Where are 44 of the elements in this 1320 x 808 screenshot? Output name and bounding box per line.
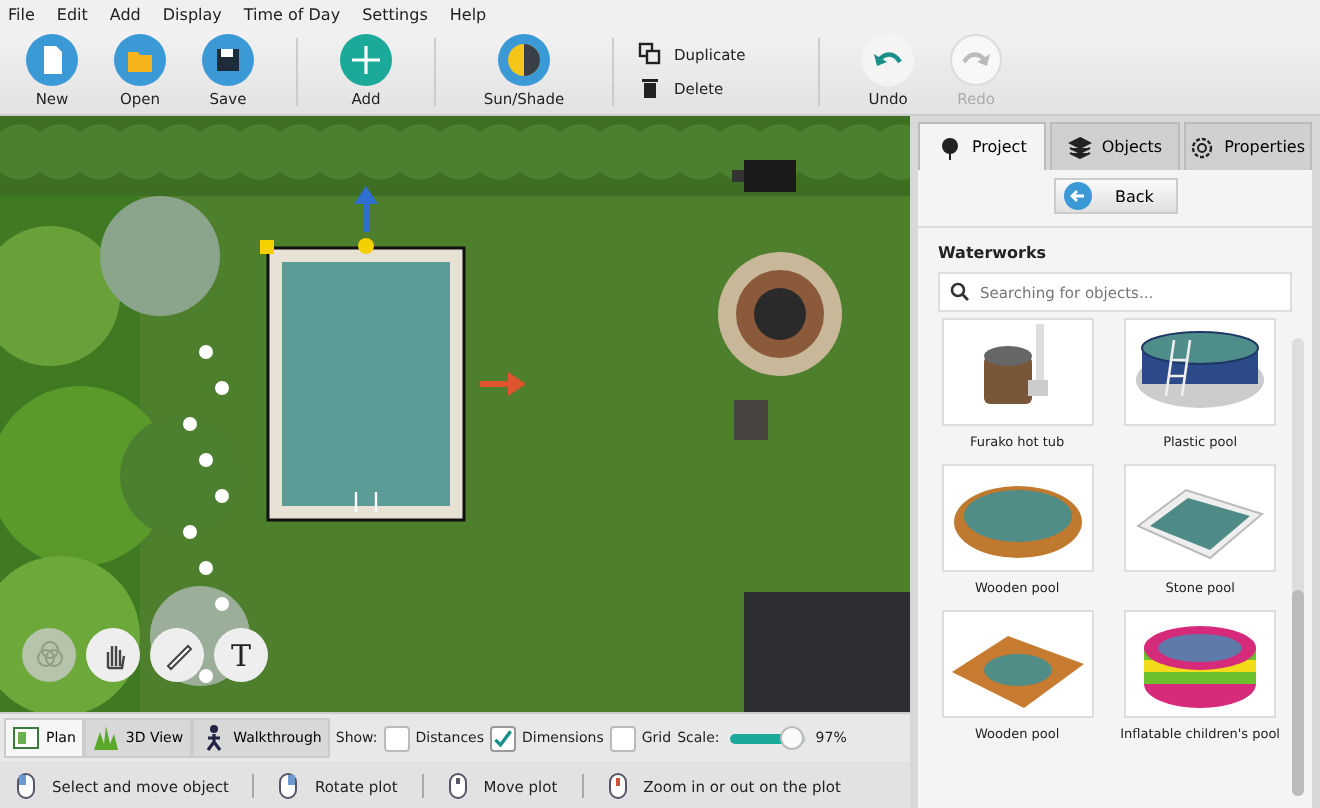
grass-icon [91, 724, 120, 752]
trash-icon [638, 76, 662, 100]
mouse-icon [16, 772, 36, 800]
tree-icon [937, 135, 962, 159]
object-thumbnail[interactable] [941, 318, 1094, 426]
document-icon [26, 34, 78, 86]
object-thumbnail[interactable] [1124, 610, 1277, 718]
menu-item[interactable]: Add [109, 5, 141, 23]
plus-icon [340, 34, 392, 86]
search-icon [950, 282, 970, 302]
object-thumbnail[interactable] [941, 464, 1094, 572]
grill-drawing [732, 160, 796, 192]
object-thumbnail[interactable] [1124, 318, 1277, 426]
scale-slider[interactable] [729, 726, 806, 750]
fire-pit-drawing [718, 252, 842, 376]
menu-item[interactable]: Edit [56, 5, 88, 23]
mouse-wheel-icon [607, 772, 628, 800]
ruler-icon [161, 639, 193, 671]
sun-shade-icon [498, 34, 550, 86]
section-title: Waterworks [936, 242, 1049, 266]
back-button[interactable]: Back [1053, 178, 1177, 214]
panel-tab[interactable]: Objects [1050, 122, 1180, 170]
scrollbar[interactable] [1292, 338, 1304, 796]
chair-drawing [734, 400, 768, 440]
floppy-disk-icon [202, 34, 254, 86]
panel-tab[interactable]: Properties [1183, 122, 1312, 170]
menu-item[interactable]: Settings [362, 5, 428, 23]
duplicate-icon [638, 42, 662, 66]
checkmark-icon [492, 725, 515, 751]
shrub-icon [33, 639, 65, 671]
menu-item[interactable]: Help [449, 5, 487, 23]
mouse-icon [278, 772, 299, 800]
garden-plan-canvas[interactable]: T [0, 116, 910, 712]
mouse-icon [447, 772, 468, 800]
menu-item[interactable]: Display [162, 5, 222, 23]
plan-icon [12, 724, 40, 752]
menu-item[interactable]: File [8, 5, 35, 23]
object-thumbnail[interactable] [1124, 464, 1277, 572]
panel-tab[interactable]: Project [918, 122, 1047, 170]
object-thumbnail[interactable] [941, 610, 1094, 718]
layers-icon [1067, 135, 1092, 159]
folder-icon [114, 34, 166, 86]
gear-icon [1190, 135, 1215, 159]
menu-item[interactable]: Time of Day [243, 5, 341, 23]
